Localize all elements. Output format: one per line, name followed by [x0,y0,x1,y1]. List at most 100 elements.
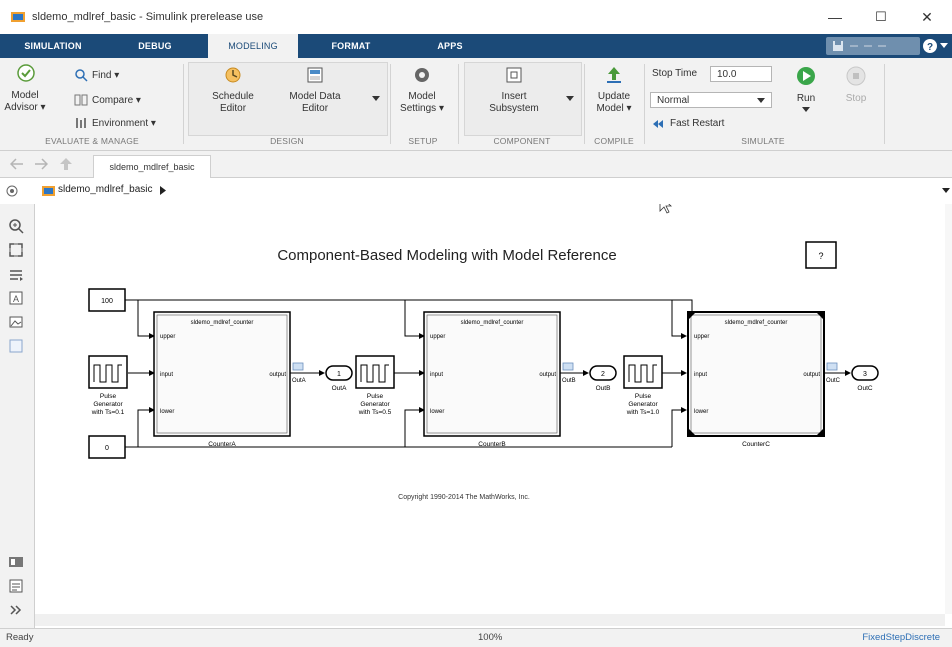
pulse-a-label-1: Pulse [100,393,117,400]
ribbon-tab-strip: SIMULATION DEBUG MODELING FORMAT APPS ? [0,34,952,58]
save-icon[interactable] [832,40,844,52]
insert-subsystem-label-2: Subsystem [489,103,539,114]
model-reference-counter-c[interactable]: sldemo_mdlref_counter upper input lower … [687,311,825,448]
tab-modeling[interactable]: MODELING [208,34,298,58]
counter-a-port-input: input [160,372,173,378]
tab-apps[interactable]: APPS [420,34,480,58]
run-dropdown-icon[interactable] [802,107,810,113]
tab-format[interactable]: FORMAT [316,34,386,58]
group-label-evaluate: EVALUATE & MANAGE [45,136,139,146]
address-dropdown-icon[interactable] [942,188,950,194]
up-to-parent-icon[interactable] [58,157,74,171]
vertical-scrollbar[interactable] [945,204,952,614]
model-settings-label-2: Settings ▾ [400,103,444,114]
maximize-button[interactable]: ☐ [858,0,904,34]
breadcrumb[interactable]: sldemo_mdlref_basic [58,184,153,195]
fast-restart-toggle[interactable]: Fast Restart [652,118,724,129]
insert-subsystem-button[interactable]: Insert Subsystem [474,66,554,115]
ribbon-toolstrip: Model Advisor ▾ Find ▾ Compare ▾ Environ… [0,58,952,151]
ribbon-separator [644,64,645,144]
back-arrow-icon[interactable] [10,158,24,170]
mouse-cursor-icon [659,204,673,214]
zoom-in-icon[interactable] [8,218,24,234]
property-inspector-icon[interactable] [8,578,24,594]
undo-redo-icon[interactable] [850,41,910,51]
outport-1[interactable]: 1 OutA [325,365,353,392]
solver-status-link[interactable]: FixedStepDiscrete [862,629,940,647]
stop-time-input[interactable]: 10.0 [710,66,772,82]
update-model-button[interactable]: Update Model ▾ [586,66,642,115]
counter-b-model-name: sldemo_mdlref_counter [461,320,524,326]
find-button[interactable]: Find ▾ [74,68,119,82]
group-label-compile: COMPILE [594,136,634,146]
help-dropdown-icon[interactable] [940,43,948,49]
fit-to-view-icon[interactable] [8,242,24,258]
annotation-icon[interactable]: A [8,290,24,306]
stop-button[interactable]: Stop [836,66,876,105]
breadcrumb-arrow-icon[interactable] [160,186,166,195]
area-icon[interactable] [8,338,24,354]
stop-icon [846,66,866,86]
model-advisor-label-1: Model [11,90,39,101]
model-settings-label-1: Model [408,91,436,102]
schedule-editor-button[interactable]: Schedule Editor [196,66,270,115]
forward-arrow-icon[interactable] [34,158,48,170]
help-block-label: ? [818,251,823,261]
counter-b-port-upper: upper [430,334,445,340]
tab-debug[interactable]: DEBUG [120,34,190,58]
model-browser-icon[interactable] [8,554,24,570]
constant-upper-value: 100 [101,298,113,305]
model-browser-toggle-icon[interactable] [6,185,18,197]
outport-2[interactable]: 2 OutB [589,365,617,392]
help-icon[interactable]: ? [922,38,938,54]
image-icon[interactable] [8,314,24,330]
outport-1-number: 1 [337,371,341,378]
model-advisor-button[interactable]: Model Advisor ▾ [4,64,46,114]
environment-button[interactable]: Environment ▾ [74,116,156,130]
model-data-editor-button[interactable]: Model Data Editor [280,66,350,115]
simulink-model-icon [42,186,55,196]
minimize-button[interactable]: — [812,0,858,34]
svg-text:A: A [13,294,19,304]
pulse-generator-c[interactable]: Pulse Generator with Ts=1.0 [623,355,663,416]
model-reference-counter-a[interactable]: sldemo_mdlref_counter upper input lower … [153,311,291,448]
constant-lower-block[interactable]: 0 [88,435,126,459]
pulse-b-label-1: Pulse [367,393,384,400]
compare-button[interactable]: Compare ▾ [74,93,141,107]
component-expand-icon[interactable] [566,96,574,102]
simulation-mode-select[interactable]: Normal [650,92,772,108]
window-title: sldemo_mdlref_basic - Simulink prereleas… [32,11,264,23]
diagram-canvas[interactable]: Component-Based Modeling with Model Refe… [35,204,952,628]
counter-c-port-input: input [694,372,707,378]
horizontal-scrollbar[interactable] [35,614,945,626]
pulse-a-label-3: with Ts=0.1 [91,409,125,416]
simulink-logo-icon [11,12,25,22]
find-label: Find ▾ [92,69,120,81]
run-button[interactable]: Run [786,66,826,117]
pulse-generator-b[interactable]: Pulse Generator with Ts=0.5 [355,355,395,416]
tab-simulation[interactable]: SIMULATION [18,34,88,58]
pulse-b-label-3: with Ts=0.5 [358,409,392,416]
status-bar: Ready 100% FixedStepDiscrete [0,628,952,647]
compare-icon [74,94,88,106]
pulse-generator-a[interactable]: Pulse Generator with Ts=0.1 [88,355,128,416]
counter-b-port-lower: lower [430,409,444,415]
model-tab[interactable]: sldemo_mdlref_basic [93,155,211,178]
help-block[interactable]: ? [805,241,837,269]
close-button[interactable]: ✕ [904,0,950,34]
ribbon-separator [884,64,885,144]
zoom-level: 100% [478,632,503,643]
constant-upper-block[interactable]: 100 [88,288,126,312]
route-lines-icon[interactable] [8,266,24,282]
outport-3[interactable]: 3 OutC [851,365,879,392]
expand-double-chevron-icon[interactable] [8,602,24,618]
signal-label-outc: OutC [826,378,841,384]
design-expand-icon[interactable] [372,96,380,102]
counter-b-port-input: input [430,372,443,378]
model-browser-address-bar: sldemo_mdlref_basic [0,178,952,205]
model-settings-button[interactable]: Model Settings ▾ [394,66,450,115]
quick-access-toolbar [826,37,920,55]
model-reference-counter-b[interactable]: sldemo_mdlref_counter upper input lower … [423,311,561,448]
simulation-mode-value: Normal [657,95,690,106]
pulse-b-label-2: Generator [360,401,390,408]
